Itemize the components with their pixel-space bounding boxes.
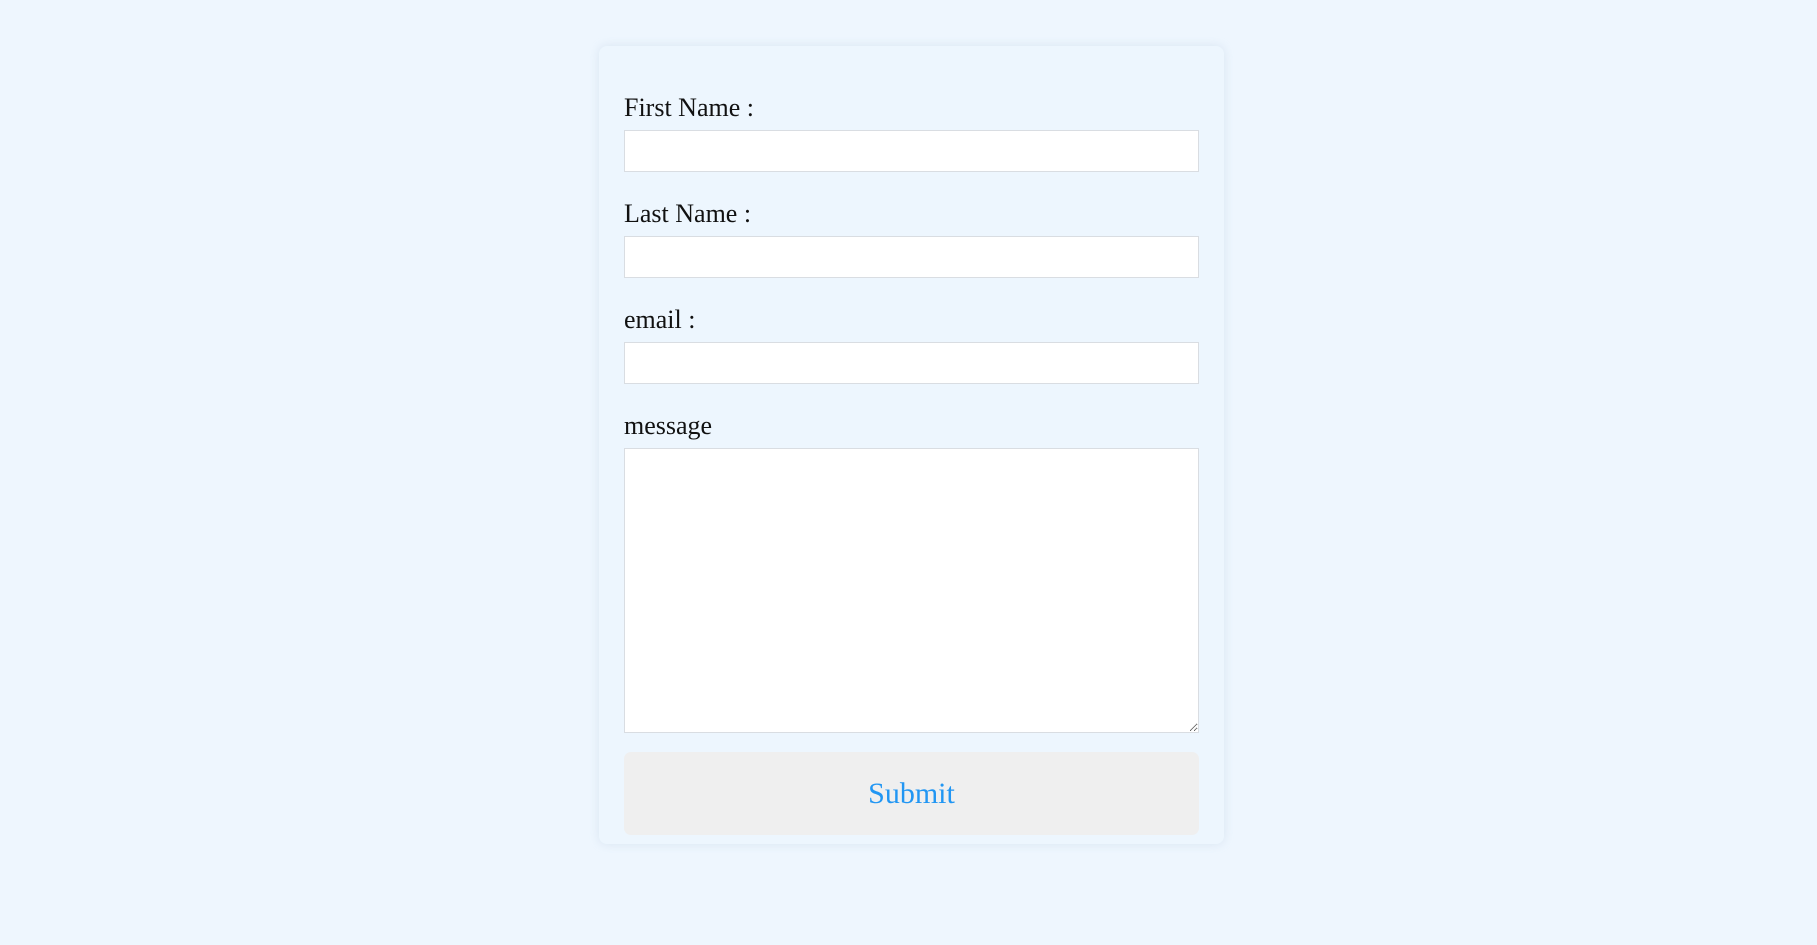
message-label: message	[624, 411, 713, 440]
first-name-input[interactable]	[624, 130, 1199, 172]
message-textarea[interactable]	[624, 448, 1199, 733]
last-name-input[interactable]	[624, 236, 1199, 278]
email-label: email :	[624, 305, 696, 334]
last-name-label: Last Name :	[624, 199, 752, 228]
submit-button[interactable]: Submit	[624, 752, 1199, 835]
email-input[interactable]	[624, 342, 1199, 384]
first-name-label: First Name :	[624, 93, 754, 122]
contact-form-card: First Name : Last Name : email : message…	[599, 46, 1224, 844]
